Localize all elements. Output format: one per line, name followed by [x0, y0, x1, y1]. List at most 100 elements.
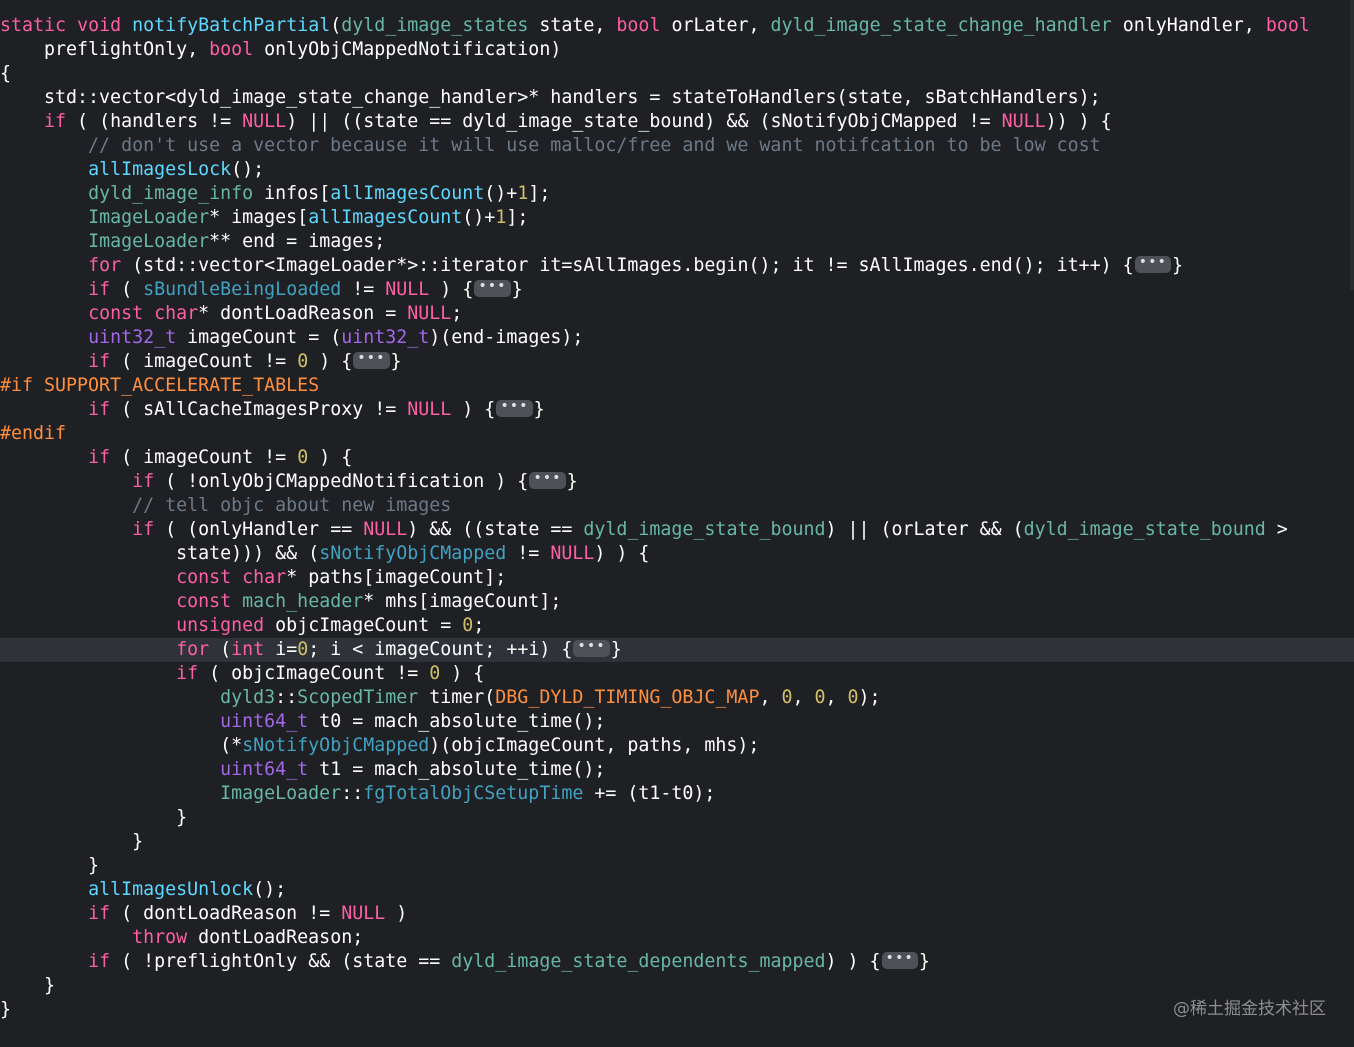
- code-token: * mhs[imageCount];: [363, 591, 562, 612]
- code-line[interactable]: uint32_t imageCount = (uint32_t)(end-ima…: [0, 326, 1354, 350]
- code-line[interactable]: std::vector<dyld_image_state_change_hand…: [0, 86, 1354, 110]
- code-line-current[interactable]: for (int i=0; i < imageCount; ++i) {•••}: [0, 638, 1354, 662]
- code-token: bool: [209, 39, 254, 60]
- code-line[interactable]: }: [0, 854, 1354, 878]
- code-token: NULL: [385, 279, 430, 300]
- code-token: int: [231, 639, 265, 660]
- code-token: ,: [759, 687, 782, 708]
- folded-code-badge[interactable]: •••: [474, 279, 511, 297]
- code-line[interactable]: allImagesLock();: [0, 158, 1354, 182]
- code-token: bool: [1265, 15, 1310, 36]
- folded-code-badge[interactable]: •••: [496, 399, 533, 417]
- code-token: state))) && (: [0, 543, 320, 564]
- code-line[interactable]: dyld_image_info infos[allImagesCount()+1…: [0, 182, 1354, 206]
- code-token: onlyHandler,: [1111, 15, 1266, 36]
- code-line[interactable]: }: [0, 998, 1354, 1022]
- code-token: 0: [781, 687, 793, 708]
- code-line[interactable]: state))) && (sNotifyObjCMapped != NULL) …: [0, 542, 1354, 566]
- code-line[interactable]: }: [0, 974, 1354, 998]
- code-line[interactable]: ImageLoader** end = images;: [0, 230, 1354, 254]
- code-line[interactable]: const char* paths[imageCount];: [0, 566, 1354, 590]
- code-token: timer(: [418, 687, 496, 708]
- code-token: objcImageCount =: [264, 615, 463, 636]
- code-token: (*: [0, 735, 243, 756]
- code-line[interactable]: if ( (handlers != NULL) || ((state == dy…: [0, 110, 1354, 134]
- code-token: ) || (orLater && (: [825, 519, 1024, 540]
- code-token: }: [0, 831, 144, 852]
- code-token: ::: [341, 783, 364, 804]
- code-token: 0: [814, 687, 826, 708]
- code-line[interactable]: uint64_t t0 = mach_absolute_time();: [0, 710, 1354, 734]
- scroll-indicator[interactable]: [1350, 0, 1354, 290]
- folded-code-badge[interactable]: •••: [353, 351, 390, 369]
- code-line[interactable]: throw dontLoadReason;: [0, 926, 1354, 950]
- code-token: fgTotalObjCSetupTime: [363, 783, 584, 804]
- folded-code-badge[interactable]: •••: [573, 639, 610, 657]
- code-token: }: [918, 951, 930, 972]
- code-line[interactable]: {: [0, 62, 1354, 86]
- code-line[interactable]: if ( dontLoadReason != NULL ): [0, 902, 1354, 926]
- code-token: ()+: [462, 207, 496, 228]
- code-line[interactable]: allImagesUnlock();: [0, 878, 1354, 902]
- code-line[interactable]: #if SUPPORT_ACCELERATE_TABLES: [0, 374, 1354, 398]
- code-token: allImagesCount: [308, 207, 463, 228]
- code-line[interactable]: if ( objcImageCount != 0 ) {: [0, 662, 1354, 686]
- code-token: dyld3: [220, 687, 276, 708]
- code-line[interactable]: dyld3::ScopedTimer timer(DBG_DYLD_TIMING…: [0, 686, 1354, 710]
- code-line[interactable]: if ( sBundleBeingLoaded != NULL ) {•••}: [0, 278, 1354, 302]
- code-line[interactable]: const mach_header* mhs[imageCount];: [0, 590, 1354, 614]
- code-token: ( sAllCacheImagesProxy !=: [110, 399, 408, 420]
- code-line[interactable]: if ( sAllCacheImagesProxy != NULL ) {•••…: [0, 398, 1354, 422]
- code-token: ,: [792, 687, 815, 708]
- code-line[interactable]: }: [0, 806, 1354, 830]
- code-line[interactable]: unsigned objcImageCount = 0;: [0, 614, 1354, 638]
- code-token: allImagesLock: [88, 159, 232, 180]
- code-token: 0: [847, 687, 859, 708]
- code-token: uint64_t: [220, 759, 309, 780]
- code-line[interactable]: uint64_t t1 = mach_absolute_time();: [0, 758, 1354, 782]
- code-line[interactable]: preflightOnly, bool onlyObjCMappedNotifi…: [0, 38, 1354, 62]
- code-line[interactable]: ImageLoader* images[allImagesCount()+1];: [0, 206, 1354, 230]
- code-line[interactable]: if ( imageCount != 0 ) {: [0, 446, 1354, 470]
- code-line[interactable]: (*sNotifyObjCMapped)(objcImageCount, pat…: [0, 734, 1354, 758]
- code-line[interactable]: }: [0, 830, 1354, 854]
- code-line[interactable]: const char* dontLoadReason = NULL;: [0, 302, 1354, 326]
- code-line[interactable]: // don't use a vector because it will us…: [0, 134, 1354, 158]
- code-line[interactable]: #endif: [0, 422, 1354, 446]
- code-token: ) {: [308, 351, 353, 372]
- code-line[interactable]: if ( (onlyHandler == NULL) && ((state ==…: [0, 518, 1354, 542]
- code-line[interactable]: // tell objc about new images: [0, 494, 1354, 518]
- code-token: uint32_t: [341, 327, 430, 348]
- code-token: if: [44, 111, 67, 132]
- folded-code-badge[interactable]: •••: [881, 951, 918, 969]
- code-token: 0: [462, 615, 474, 636]
- folded-code-badge[interactable]: •••: [1134, 255, 1171, 273]
- code-token: ) && ((state ==: [407, 519, 584, 540]
- code-line[interactable]: for (std::vector<ImageLoader*>::iterator…: [0, 254, 1354, 278]
- code-token: NULL: [1001, 111, 1046, 132]
- code-token: sNotifyObjCMapped: [319, 543, 507, 564]
- code-token: mach_header: [242, 591, 364, 612]
- code-token: ) ) {: [825, 951, 881, 972]
- code-line[interactable]: if ( imageCount != 0 ) {•••}: [0, 350, 1354, 374]
- code-token: )(objcImageCount, paths, mhs);: [429, 735, 760, 756]
- code-token: NULL: [242, 111, 287, 132]
- code-line[interactable]: static void notifyBatchPartial(dyld_imag…: [0, 14, 1354, 38]
- code-line[interactable]: if ( !onlyObjCMappedNotification ) {•••}: [0, 470, 1354, 494]
- code-token: }: [533, 399, 545, 420]
- code-token: (: [330, 15, 342, 36]
- code-line[interactable]: ImageLoader::fgTotalObjCSetupTime += (t1…: [0, 782, 1354, 806]
- code-token: if: [176, 663, 199, 684]
- folded-code-badge[interactable]: •••: [529, 471, 566, 489]
- code-token: for: [176, 639, 210, 660]
- code-token: ::: [275, 687, 298, 708]
- code-line[interactable]: if ( !preflightOnly && (state == dyld_im…: [0, 950, 1354, 974]
- code-editor[interactable]: static void notifyBatchPartial(dyld_imag…: [0, 14, 1354, 1022]
- code-token: #endif: [0, 423, 67, 444]
- code-token: (: [209, 639, 232, 660]
